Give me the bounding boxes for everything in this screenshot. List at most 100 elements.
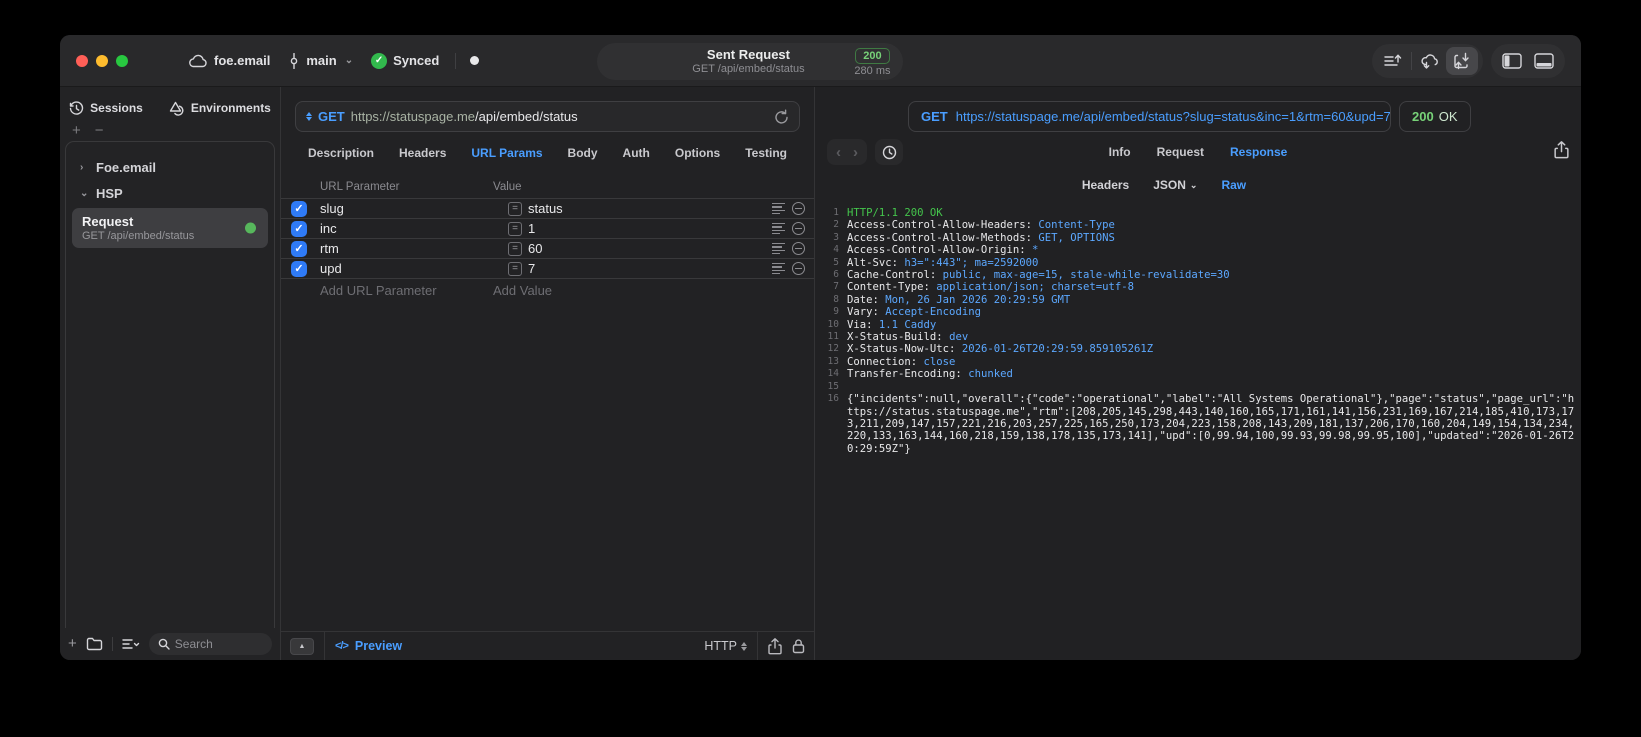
response-body[interactable]: 1 HTTP/1.1 200 OK 2 Access-Control-Allow-He…	[815, 198, 1581, 660]
remove-param-icon[interactable]	[792, 242, 805, 255]
chevron-right-icon: ›	[80, 161, 84, 173]
project-selector[interactable]: foe.email	[188, 53, 270, 68]
request-list-item-selected[interactable]: Request GET /api/embed/status	[72, 208, 268, 248]
param-enabled-checkbox[interactable]: ✓	[291, 240, 307, 257]
remove-param-icon[interactable]	[792, 222, 805, 235]
tab-environments[interactable]: Environments	[169, 101, 271, 116]
param-enabled-checkbox[interactable]: ✓	[291, 260, 307, 277]
protocol-label: HTTP	[704, 639, 737, 653]
sort-filter-icon[interactable]	[122, 638, 140, 650]
reorder-handle-icon[interactable]	[772, 262, 785, 275]
tab-description[interactable]: Description	[308, 146, 374, 160]
tree-group-hsp[interactable]: ⌄ HSP	[66, 180, 274, 206]
param-value[interactable]: 7	[528, 261, 772, 276]
sync-status-label: Synced	[393, 53, 440, 68]
pull-changes-button[interactable]	[1414, 47, 1446, 75]
chevron-down-icon: ⌄	[80, 187, 89, 199]
param-name[interactable]: inc	[320, 221, 480, 236]
resp-tab-info[interactable]: Info	[1109, 145, 1131, 159]
response-status-code: 200	[1412, 109, 1434, 124]
toggle-bottom-panel-button[interactable]	[1528, 47, 1560, 75]
resp-subtab-headers[interactable]: Headers	[1082, 178, 1129, 192]
new-request-button[interactable]: +	[68, 636, 77, 651]
line-number: 8	[833, 293, 839, 305]
commit-changes-button[interactable]	[1377, 47, 1409, 75]
send-reload-icon[interactable]	[774, 109, 789, 125]
add-param-row[interactable]: Add URL Parameter Add Value	[281, 278, 814, 302]
reorder-handle-icon[interactable]	[772, 202, 785, 215]
search-placeholder: Search	[174, 637, 213, 651]
param-row-upd[interactable]: ✓ upd = 7	[281, 258, 814, 278]
tab-auth[interactable]: Auth	[623, 146, 650, 160]
line-content: Via: 1.1 Caddy	[847, 318, 937, 331]
line-number: 3	[833, 231, 839, 243]
sidebar-add-remove: + −	[60, 123, 280, 141]
protocol-selector[interactable]: HTTP	[704, 639, 747, 653]
tab-body[interactable]: Body	[568, 146, 598, 160]
tab-options[interactable]: Options	[675, 146, 720, 160]
chevron-down-icon: ⌄	[1189, 179, 1198, 190]
resp-subtab-raw[interactable]: Raw	[1221, 178, 1246, 192]
response-line: 6 Cache-Control: public, max-age=15, stal…	[825, 269, 1575, 281]
tab-sessions[interactable]: Sessions	[69, 100, 143, 116]
toggle-left-sidebar-button[interactable]	[1496, 47, 1528, 75]
response-status-text: OK	[1438, 109, 1458, 124]
param-row-inc[interactable]: ✓ inc = 1	[281, 218, 814, 238]
resp-subtab-json[interactable]: JSON ⌄	[1153, 178, 1197, 192]
zoom-window-button[interactable]	[116, 54, 128, 67]
response-line: 7 Content-Type: application/json; charset…	[825, 281, 1575, 293]
preview-button[interactable]: </> Preview	[335, 639, 402, 653]
line-number: 1	[833, 207, 839, 218]
add-param-value-placeholder[interactable]: Add Value	[493, 283, 552, 298]
param-name[interactable]: rtm	[320, 241, 480, 256]
tab-url-params[interactable]: URL Params	[471, 146, 542, 160]
request-url-bar[interactable]: GET https://statuspage.me/api/embed/stat…	[295, 101, 800, 132]
resp-tab-request[interactable]: Request	[1157, 145, 1204, 159]
new-folder-icon[interactable]	[86, 637, 103, 651]
method-dropdown-icon[interactable]	[306, 112, 312, 121]
collapse-panel-button[interactable]: ▲	[290, 637, 314, 655]
divider	[324, 631, 325, 660]
remove-param-icon[interactable]	[792, 262, 805, 275]
minimize-window-button[interactable]	[96, 54, 108, 67]
param-row-slug[interactable]: ✓ slug = status	[281, 198, 814, 218]
add-item-button[interactable]: +	[72, 123, 81, 139]
resp-tab-response[interactable]: Response	[1230, 145, 1287, 159]
request-success-dot	[245, 222, 256, 234]
param-row-rtm[interactable]: ✓ rtm = 60	[281, 238, 814, 258]
sent-request-url[interactable]: GET https://statuspage.me/api/embed/stat…	[908, 101, 1391, 132]
tab-headers[interactable]: Headers	[399, 146, 446, 160]
add-param-name-placeholder[interactable]: Add URL Parameter	[320, 283, 493, 298]
branch-selector[interactable]: main ⌄	[288, 52, 354, 69]
response-main-tabs: Info Request Response	[815, 145, 1581, 159]
request-url[interactable]: https://statuspage.me/api/embed/status	[351, 109, 578, 124]
request-url-host: https://statuspage.me	[350, 109, 476, 124]
request-summary-pill[interactable]: Sent Request GET /api/embed/status 200 2…	[596, 43, 903, 80]
sidebar-search-field[interactable]: Search	[148, 633, 272, 655]
tab-testing[interactable]: Testing	[745, 146, 787, 160]
remove-param-icon[interactable]	[792, 202, 805, 215]
line-content: Access-Control-Allow-Headers: Content-Ty…	[847, 219, 1115, 232]
param-name[interactable]: upd	[320, 261, 480, 276]
chevron-down-icon: ⌄	[344, 55, 354, 66]
lock-icon[interactable]	[792, 638, 805, 654]
param-value[interactable]: status	[528, 201, 772, 216]
import-export-button[interactable]	[1446, 47, 1478, 75]
remove-item-button[interactable]: −	[95, 123, 104, 139]
share-icon[interactable]	[768, 637, 782, 655]
request-method[interactable]: GET	[318, 109, 345, 124]
param-value[interactable]: 1	[528, 221, 772, 236]
param-enabled-checkbox[interactable]: ✓	[291, 200, 307, 217]
sync-status[interactable]: ✓ Synced	[371, 52, 440, 69]
param-enabled-checkbox[interactable]: ✓	[291, 220, 307, 237]
cloud-icon	[189, 54, 207, 67]
close-window-button[interactable]	[76, 54, 88, 67]
tree-group-foe-email[interactable]: › Foe.email	[66, 154, 274, 180]
param-name[interactable]: slug	[320, 201, 480, 216]
line-content: Access-Control-Allow-Origin: *	[847, 244, 1039, 257]
param-value[interactable]: 60	[528, 241, 772, 256]
response-line: 1 HTTP/1.1 200 OK	[825, 207, 1575, 219]
reorder-handle-icon[interactable]	[772, 242, 785, 255]
reorder-handle-icon[interactable]	[772, 222, 785, 235]
search-icon	[158, 638, 170, 650]
